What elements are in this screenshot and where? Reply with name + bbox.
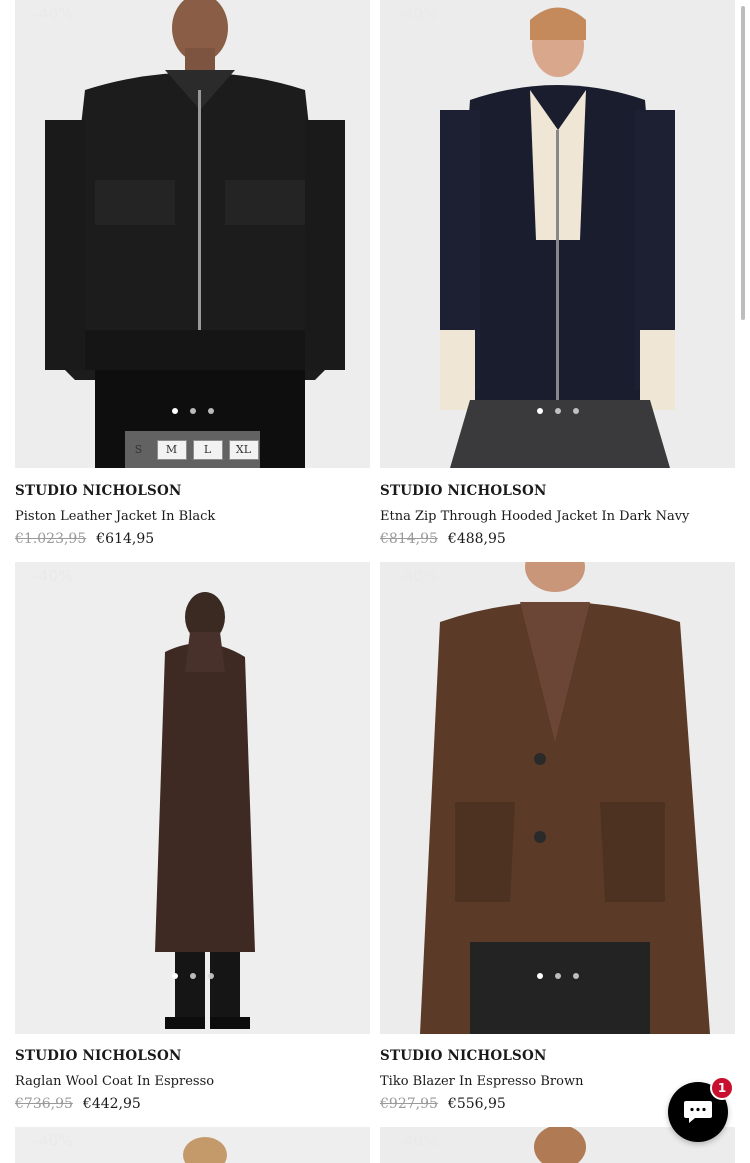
sale-price: €556,95: [447, 1096, 506, 1112]
carousel-dot[interactable]: [189, 408, 196, 414]
chat-bubble-icon: [684, 1101, 712, 1123]
sale-price: €614,95: [96, 531, 155, 547]
carousel-dot[interactable]: [189, 973, 196, 979]
sale-price: €488,95: [447, 531, 506, 547]
chat-notification-badge: 1: [710, 1076, 734, 1100]
discount-badge: -40%: [33, 1132, 73, 1150]
discount-badge: -40%: [398, 567, 438, 585]
discount-badge: -40%: [33, 567, 73, 585]
product-brand[interactable]: STUDIO NICHOLSON: [380, 1048, 547, 1064]
product-name[interactable]: Etna Zip Through Hooded Jacket In Dark N…: [380, 509, 689, 524]
product-prices: €1.023,95 €614,95: [15, 531, 154, 547]
carousel-dot[interactable]: [536, 973, 543, 979]
size-option-m[interactable]: M: [156, 439, 187, 460]
carousel-dot[interactable]: [207, 973, 214, 979]
sale-price: €442,95: [82, 1096, 141, 1112]
product-name[interactable]: Piston Leather Jacket In Black: [15, 509, 215, 524]
product-image[interactable]: -40% S M L XL: [15, 0, 370, 468]
product-image[interactable]: -40%: [15, 562, 370, 1034]
original-price: €814,95: [380, 531, 438, 547]
product-name[interactable]: Tiko Blazer In Espresso Brown: [380, 1074, 583, 1089]
carousel-dots[interactable]: [15, 408, 370, 414]
product-prices: €927,95 €556,95: [380, 1096, 506, 1112]
original-price: €736,95: [15, 1096, 73, 1112]
carousel-dot[interactable]: [554, 973, 561, 979]
carousel-dot[interactable]: [572, 973, 579, 979]
original-price: €927,95: [380, 1096, 438, 1112]
discount-badge: -40%: [398, 1132, 438, 1150]
product-brand[interactable]: STUDIO NICHOLSON: [15, 1048, 182, 1064]
product-prices: €814,95 €488,95: [380, 531, 506, 547]
discount-badge: -40%: [398, 5, 438, 23]
product-image[interactable]: -40%: [15, 1127, 370, 1163]
carousel-dot[interactable]: [171, 408, 178, 414]
size-selector: S M L XL: [125, 431, 260, 468]
carousel-dot[interactable]: [572, 408, 579, 414]
carousel-dots[interactable]: [380, 973, 735, 979]
product-image[interactable]: -40%: [380, 562, 735, 1034]
carousel-dot[interactable]: [171, 973, 178, 979]
product-prices: €736,95 €442,95: [15, 1096, 141, 1112]
carousel-dot[interactable]: [207, 408, 214, 414]
product-name[interactable]: Raglan Wool Coat In Espresso: [15, 1074, 214, 1089]
size-option-l[interactable]: L: [192, 439, 223, 460]
original-price: €1.023,95: [15, 531, 87, 547]
product-image[interactable]: -40%: [380, 0, 735, 468]
page-scrollbar[interactable]: [741, 6, 745, 320]
size-option-s[interactable]: S: [127, 441, 151, 459]
size-option-xl[interactable]: XL: [228, 439, 259, 460]
product-brand[interactable]: STUDIO NICHOLSON: [15, 483, 182, 499]
carousel-dot[interactable]: [554, 408, 561, 414]
carousel-dot[interactable]: [536, 408, 543, 414]
discount-badge: -40%: [33, 5, 73, 23]
carousel-dots[interactable]: [380, 408, 735, 414]
carousel-dots[interactable]: [15, 973, 370, 979]
product-brand[interactable]: STUDIO NICHOLSON: [380, 483, 547, 499]
